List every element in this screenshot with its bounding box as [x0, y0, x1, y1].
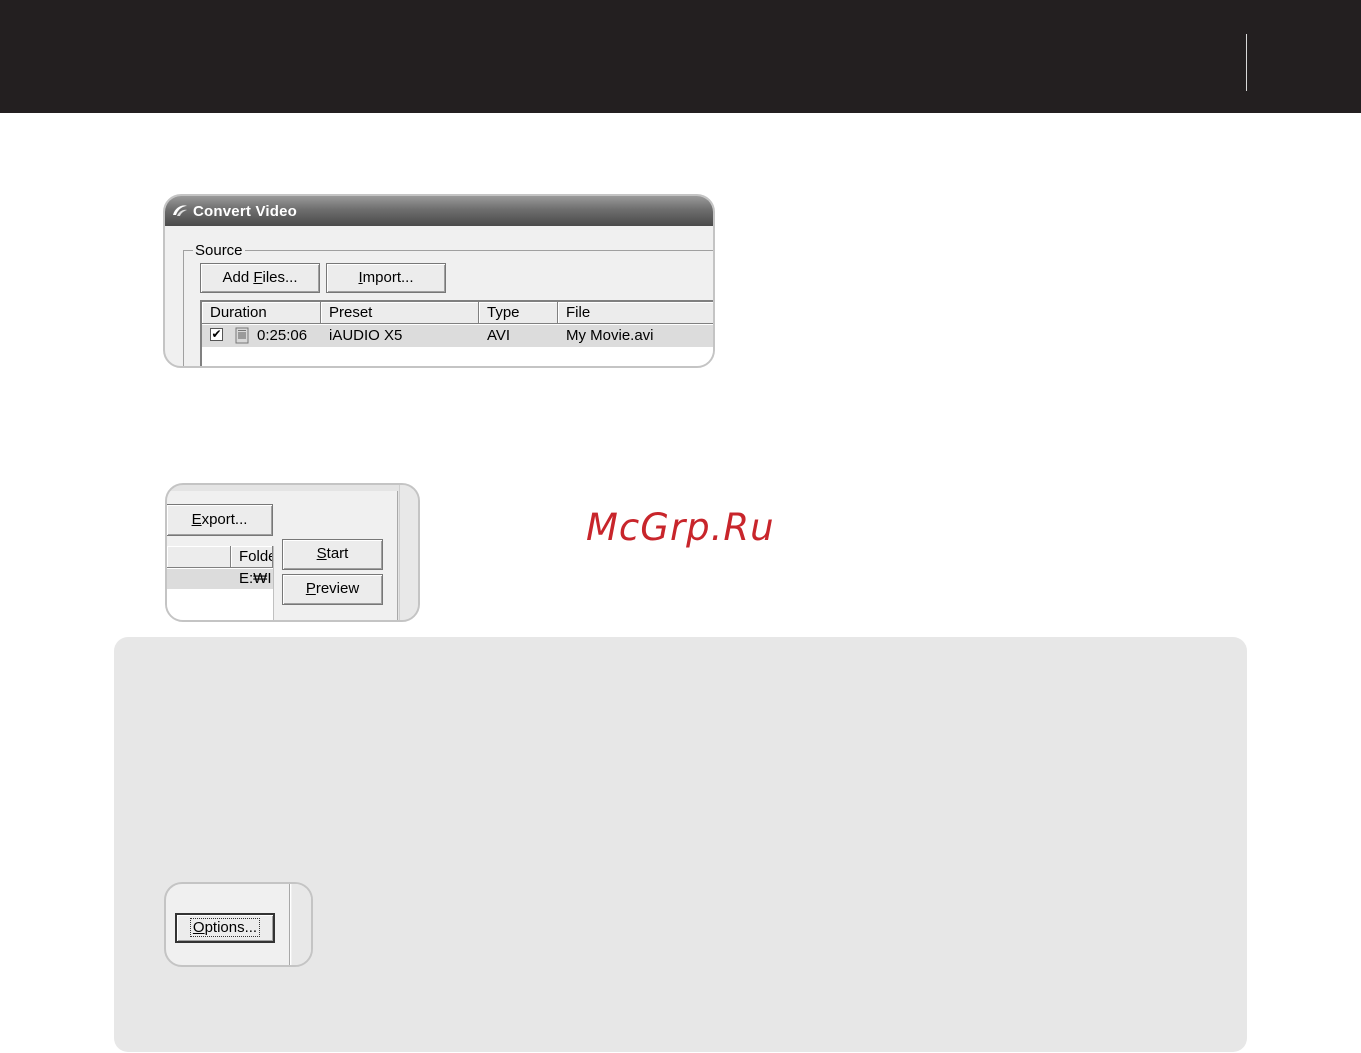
row-folder: E:₩I [239, 570, 272, 587]
start-button[interactable]: Start [282, 539, 383, 570]
options-label-accel: O [192, 919, 205, 936]
options-focus-label: Options... [189, 918, 261, 937]
watermark-text: McGrp.Ru [586, 506, 775, 549]
export-controls-window: Export... Folde E:₩I Start Preview [165, 483, 420, 622]
app-logo-icon [173, 205, 187, 216]
video-file-icon [235, 327, 249, 344]
preview-label-accel: P [305, 580, 316, 597]
row-type: AVI [487, 327, 511, 344]
source-file-list[interactable]: Duration Preset Type File ✔ 0:25:06 iAUD… [200, 300, 713, 366]
row-checkbox[interactable]: ✔ [210, 328, 223, 341]
options-divider [289, 884, 290, 965]
preview-button[interactable]: Preview [282, 574, 383, 605]
add-files-label-post: iles... [262, 269, 298, 286]
start-label-post: tart [326, 545, 349, 562]
row-preset: iAUDIO X5 [329, 327, 403, 344]
column-header-folder[interactable]: Folde [231, 546, 273, 568]
import-button[interactable]: Import... [326, 263, 446, 293]
column-header-blank[interactable] [167, 546, 231, 568]
vertical-scrollbar[interactable] [399, 485, 418, 620]
import-label-post: mport... [362, 269, 414, 286]
options-window: Options... [164, 882, 313, 967]
export-pane: Export... Folde E:₩I Start Preview [167, 491, 398, 620]
row-duration: 0:25:06 [257, 327, 308, 344]
start-label-accel: S [316, 545, 327, 562]
options-label-post: ptions... [204, 919, 258, 936]
table-row[interactable]: ✔ 0:25:06 iAUDIO X5 AVI My Movie.avi [202, 325, 713, 347]
vertical-scrollbar[interactable] [292, 884, 311, 965]
export-label-accel: E [191, 511, 202, 528]
add-files-button[interactable]: Add Files... [200, 263, 320, 293]
table-row[interactable]: E:₩I [167, 569, 273, 589]
convert-video-window: Convert Video Source Add Files... Import… [163, 194, 715, 368]
source-label: Source [193, 242, 245, 259]
check-mark-icon: ✔ [211, 327, 222, 341]
preview-label-post: review [315, 580, 360, 597]
options-button[interactable]: Options... [175, 913, 275, 943]
export-button[interactable]: Export... [167, 504, 273, 536]
column-header-type[interactable]: Type [479, 302, 558, 324]
page-header-bar [0, 0, 1361, 113]
column-header-duration[interactable]: Duration [202, 302, 321, 324]
window-titlebar: Convert Video [165, 196, 713, 226]
row-file: My Movie.avi [566, 327, 654, 344]
info-panel [114, 637, 1247, 1052]
add-files-label-accel: F [253, 269, 263, 286]
header-divider [1246, 34, 1247, 91]
window-title: Convert Video [193, 203, 298, 220]
column-header-file[interactable]: File [558, 302, 713, 324]
add-files-label-pre: Add [222, 269, 254, 286]
export-label-post: xport... [201, 511, 248, 528]
export-file-list[interactable]: Folde E:₩I [167, 546, 274, 620]
column-header-preset[interactable]: Preset [321, 302, 479, 324]
